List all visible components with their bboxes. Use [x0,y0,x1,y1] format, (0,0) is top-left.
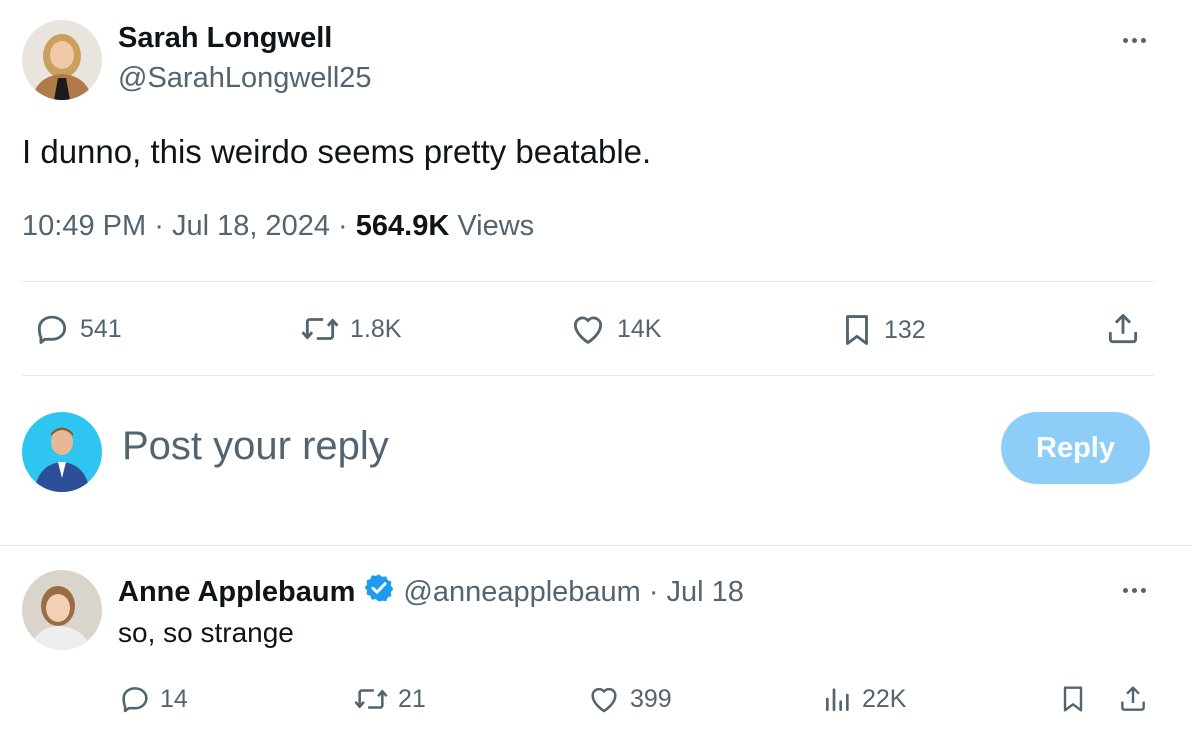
reply-separator: · [648,575,659,608]
heart-icon [573,316,603,344]
reply-button[interactable]: Reply [1001,412,1150,484]
bookmark-icon [846,315,868,345]
repost-count: 1.8K [350,314,402,343]
reply-author-name[interactable]: Anne Applebaum [118,576,355,609]
bookmark-icon [1063,686,1083,712]
reply-like-action[interactable]: 399 [586,682,672,716]
reply-share-action[interactable] [1117,682,1149,716]
share-icon [1121,686,1145,711]
tweet-time[interactable]: 10:49 PM [22,210,146,242]
share-icon [1108,314,1138,344]
tweet-text: I dunno, this weirdo seems pretty beatab… [22,133,652,170]
reply-date[interactable]: Jul 18 [667,576,744,609]
meta-separator: · [154,210,164,242]
author-name[interactable]: Sarah Longwell [118,22,332,55]
more-icon[interactable] [1114,30,1154,50]
comment-icon [37,315,67,344]
reply-author-handle[interactable]: @anneapplebaum [403,576,640,609]
reply-views-count: 22K [862,684,907,713]
author-handle[interactable]: @SarahLongwell25 [118,62,372,95]
reply-like-count: 399 [630,684,672,713]
tweet-meta: 10:49 PM · Jul 18, 2024 · 564.9K Views [22,210,534,243]
like-action[interactable]: 14K [567,310,661,348]
author-avatar[interactable] [22,20,102,100]
reply-input[interactable]: Post your reply [122,424,389,469]
reply-reply-count: 14 [160,684,188,713]
reply-author-avatar[interactable] [22,570,102,650]
bookmark-action[interactable]: 132 [838,310,926,350]
tweet-date[interactable]: Jul 18, 2024 [172,210,330,242]
share-action[interactable] [1104,309,1142,349]
repost-icon [354,689,388,709]
reply-count: 541 [80,314,122,343]
views-count: 564.9K [355,210,450,242]
reply-reply-action[interactable]: 14 [118,682,188,716]
reply-action[interactable]: 541 [32,310,122,348]
verified-badge-icon [363,572,395,612]
views-label: Views [457,210,535,242]
bookmark-count: 132 [884,315,926,344]
reply-repost-count: 21 [398,684,426,713]
reply-repost-action[interactable]: 21 [352,682,426,716]
heart-icon [591,687,617,713]
reply-bookmark-action[interactable] [1057,682,1089,716]
reply-views-action[interactable]: 22K [822,682,906,716]
like-count: 14K [617,314,662,343]
divider [0,545,1192,546]
comment-icon [122,687,148,713]
analytics-icon [826,688,849,711]
divider [22,281,1154,282]
meta-separator: · [338,210,348,242]
reply-text: so, so strange [118,617,294,648]
current-user-avatar[interactable] [22,412,102,492]
more-icon[interactable] [1114,580,1154,600]
repost-icon [301,318,339,340]
repost-action[interactable]: 1.8K [298,310,401,348]
divider [22,375,1154,376]
reply-header: Anne Applebaum @anneapplebaum · Jul 18 [118,572,744,612]
